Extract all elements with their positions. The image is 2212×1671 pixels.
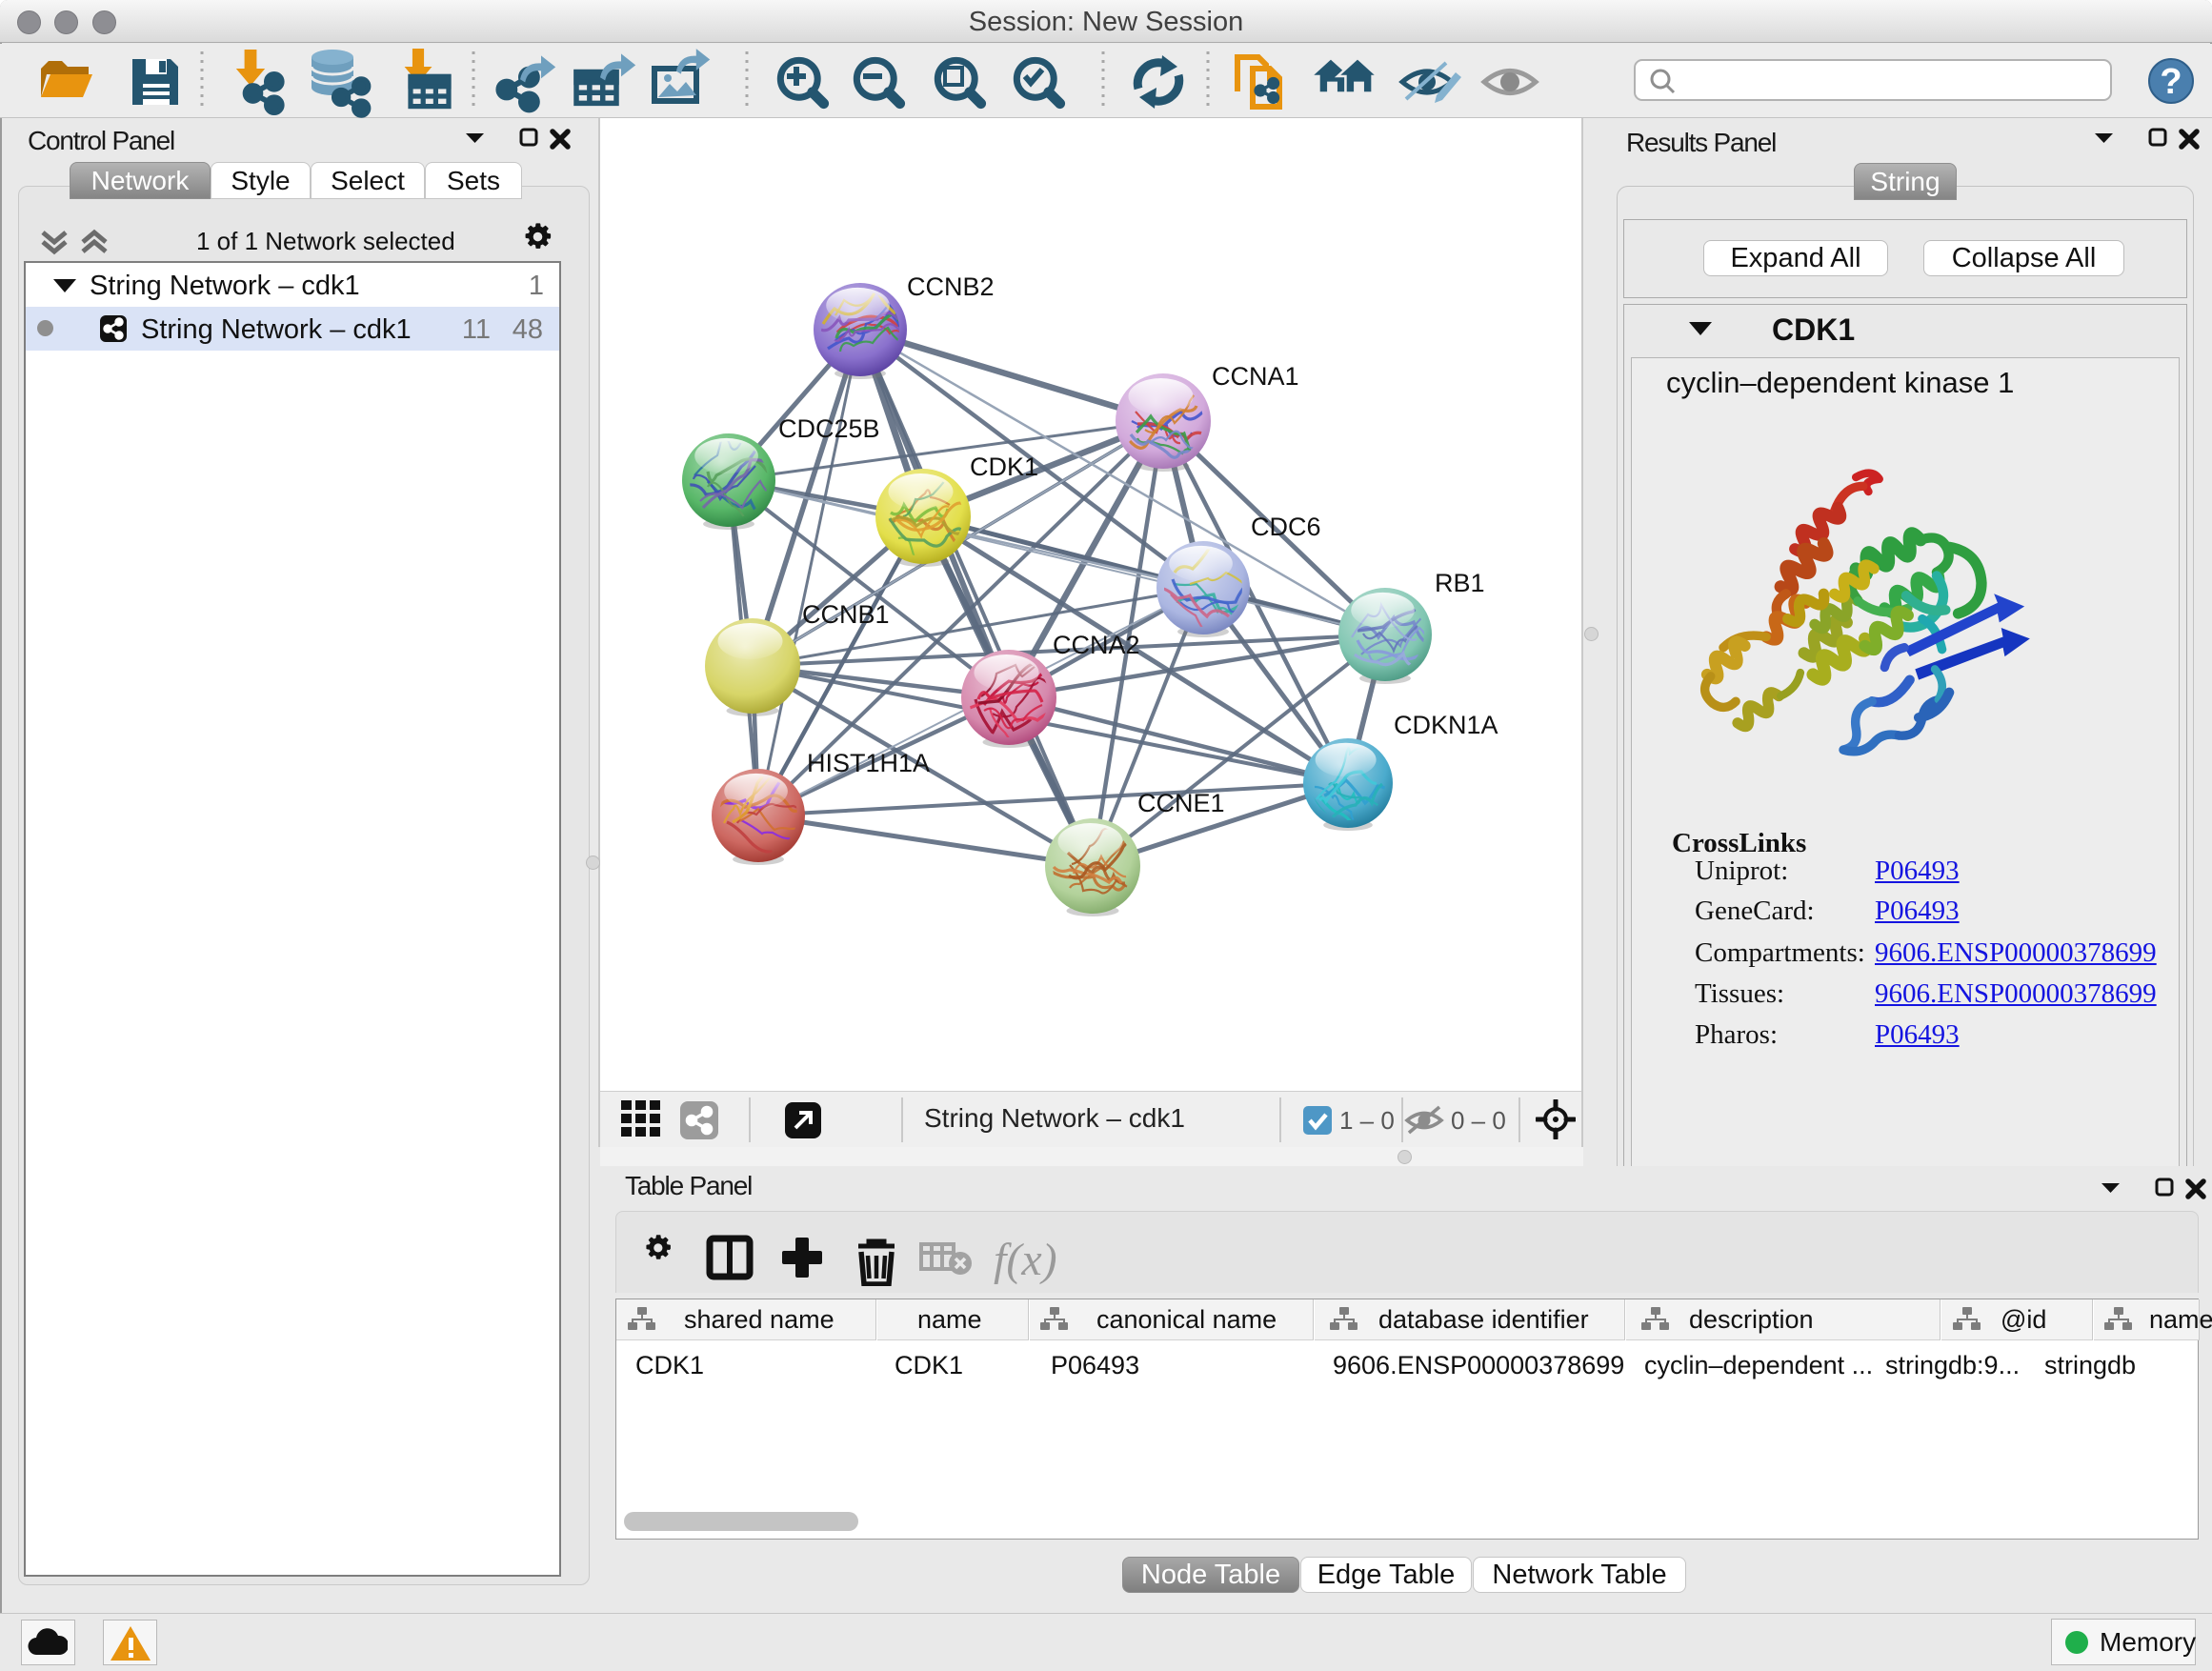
svg-text:CCNA2: CCNA2 bbox=[1053, 631, 1140, 659]
svg-text:CDC6: CDC6 bbox=[1251, 513, 1321, 541]
svg-text:CCNA1: CCNA1 bbox=[1212, 362, 1299, 391]
svg-text:RB1: RB1 bbox=[1435, 569, 1485, 597]
svg-text:?: ? bbox=[2160, 62, 2182, 102]
svg-text:CDC25B: CDC25B bbox=[778, 414, 880, 443]
svg-text:CCNB2: CCNB2 bbox=[907, 272, 995, 301]
svg-text:CDK1: CDK1 bbox=[970, 453, 1038, 481]
svg-text:f(x): f(x) bbox=[994, 1235, 1057, 1285]
svg-text:HIST1H1A: HIST1H1A bbox=[807, 749, 930, 777]
svg-text:CCNE1: CCNE1 bbox=[1137, 789, 1225, 817]
svg-text:CCNB1: CCNB1 bbox=[802, 600, 890, 629]
svg-text:CDKN1A: CDKN1A bbox=[1394, 711, 1498, 739]
